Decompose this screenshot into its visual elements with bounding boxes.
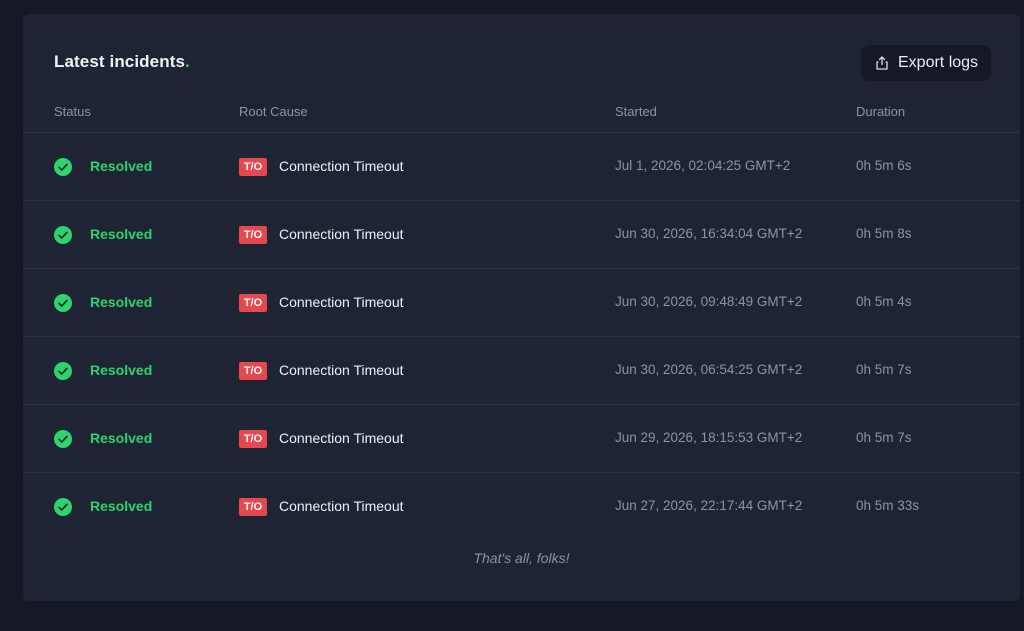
duration-text: 0h 5m 8s [856,226,912,241]
end-of-list-note: That's all, folks! [473,550,570,566]
started-text: Jun 30, 2026, 09:48:49 GMT+2 [615,294,803,309]
export-logs-button[interactable]: Export logs [861,45,991,81]
column-header-status: Status [54,104,91,119]
table-row[interactable]: Resolved T/O Connection Timeout Jun 30, … [23,269,1020,337]
duration-text: 0h 5m 4s [856,294,912,309]
started-text: Jun 30, 2026, 06:54:25 GMT+2 [615,362,803,377]
column-header-root-cause: Root Cause [239,104,308,119]
duration-text: 0h 5m 6s [856,158,912,173]
status-text: Resolved [90,294,153,310]
column-header-duration: Duration [856,104,906,119]
status-text: Resolved [90,430,153,446]
table-row[interactable]: Resolved T/O Connection Timeout Jun 30, … [23,201,1020,269]
cause-badge: T/O [239,226,267,244]
root-cause-text: Connection Timeout [279,430,404,446]
share-upload-icon [875,56,889,70]
root-cause-text: Connection Timeout [279,498,404,514]
table-row[interactable]: Resolved T/O Connection Timeout Jul 1, 2… [23,133,1020,201]
page-title: Latest incidents. [54,52,190,72]
check-circle-icon [54,226,72,244]
duration-text: 0h 5m 33s [856,498,920,513]
status-text: Resolved [90,158,153,174]
cause-badge: T/O [239,158,267,176]
duration-text: 0h 5m 7s [856,430,912,445]
status-text: Resolved [90,498,153,514]
status-text: Resolved [90,362,153,378]
status-text: Resolved [90,226,153,242]
column-header-started: Started [615,104,657,119]
cause-badge: T/O [239,362,267,380]
table-header: Status Root Cause Started Duration [23,102,1020,133]
root-cause-text: Connection Timeout [279,362,404,378]
started-text: Jun 30, 2026, 16:34:04 GMT+2 [615,226,803,241]
check-circle-icon [54,294,72,312]
root-cause-text: Connection Timeout [279,158,404,174]
table-row[interactable]: Resolved T/O Connection Timeout Jun 30, … [23,337,1020,405]
started-text: Jun 27, 2026, 22:17:44 GMT+2 [615,498,803,513]
duration-text: 0h 5m 7s [856,362,912,377]
started-text: Jul 1, 2026, 02:04:25 GMT+2 [615,158,791,173]
check-circle-icon [54,158,72,176]
root-cause-text: Connection Timeout [279,294,404,310]
table-row[interactable]: Resolved T/O Connection Timeout Jun 29, … [23,405,1020,473]
export-logs-label: Export logs [898,54,979,71]
check-circle-icon [54,430,72,448]
cause-badge: T/O [239,294,267,312]
cause-badge: T/O [239,498,267,516]
title-text: Latest incidents [54,52,186,71]
root-cause-text: Connection Timeout [279,226,404,242]
title-dot: . [185,52,190,71]
table-row[interactable]: Resolved T/O Connection Timeout Jun 27, … [23,473,1020,540]
check-circle-icon [54,498,72,516]
check-circle-icon [54,362,72,380]
cause-badge: T/O [239,430,267,448]
started-text: Jun 29, 2026, 18:15:53 GMT+2 [615,430,803,445]
incidents-panel: Latest incidents. Export logs Status Roo… [23,14,1020,601]
